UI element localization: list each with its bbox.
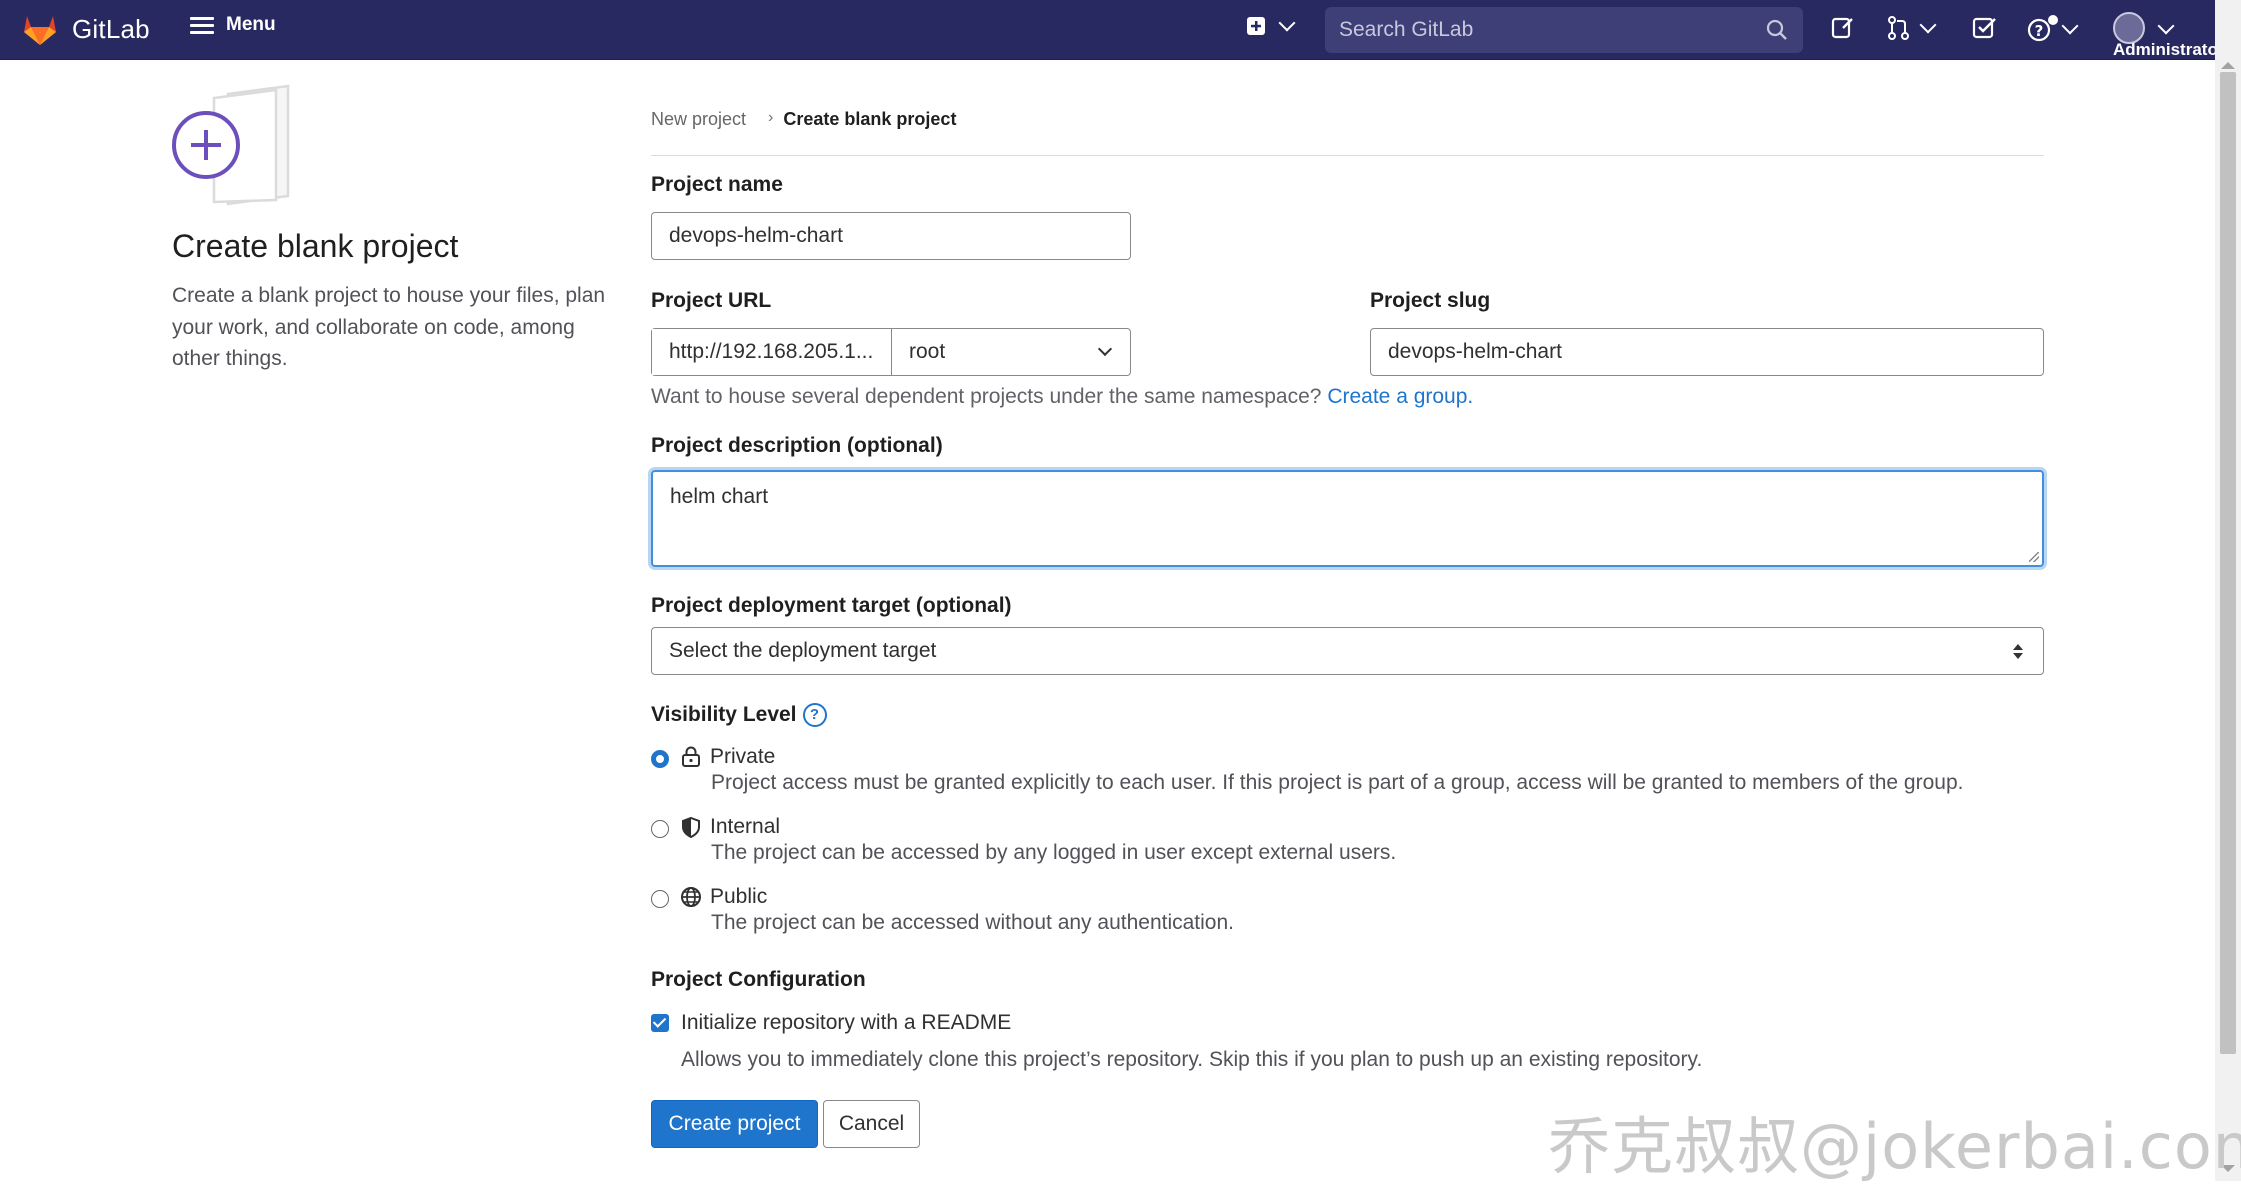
help-icon: ? <box>2027 15 2058 42</box>
chevron-right-icon: › <box>768 109 774 126</box>
namespace-hint-text: Want to house several dependent projects… <box>651 385 1322 408</box>
gitlab-home-link[interactable]: GitLab <box>22 12 150 46</box>
todo-checkbox-icon <box>1972 17 1996 39</box>
issues-icon <box>1831 17 1853 39</box>
breadcrumb-current: Create blank project <box>783 109 957 129</box>
project-configuration-label: Project Configuration <box>651 968 866 991</box>
namespace-select[interactable]: root <box>892 329 1130 375</box>
issues-button[interactable] <box>1829 15 1855 41</box>
visibility-private-title: Private <box>680 745 775 769</box>
visibility-internal-description: The project can be accessed by any logge… <box>711 841 1397 864</box>
merge-request-icon <box>1888 16 1909 40</box>
visibility-internal-label: Internal <box>710 815 781 838</box>
chevron-down-icon <box>1097 341 1113 357</box>
description-label: Project description (optional) <box>651 434 943 457</box>
visibility-public-description: The project can be accessed without any … <box>711 911 1234 934</box>
chevron-down-icon <box>1919 16 1937 34</box>
visibility-private-radio[interactable] <box>651 750 669 768</box>
shield-icon <box>682 816 700 838</box>
project-slug-label: Project slug <box>1370 289 1491 312</box>
help-dropdown[interactable]: ? <box>2026 15 2079 43</box>
top-navbar: GitLab Menu Search GitLab ? Administrato… <box>0 0 2241 60</box>
globe-icon <box>681 887 701 907</box>
chevron-down-icon <box>2061 17 2079 35</box>
sidebar-description: Create a blank project to house your fil… <box>172 284 606 370</box>
new-item-dropdown[interactable] <box>1245 14 1296 37</box>
blank-project-illustration <box>170 84 295 211</box>
help-question-icon[interactable]: ? <box>802 703 827 728</box>
breadcrumb-new-project[interactable]: New project <box>651 109 746 130</box>
visibility-internal-title: Internal <box>680 815 780 839</box>
description-value: helm chart <box>670 485 769 508</box>
namespace-value: root <box>909 340 946 363</box>
brand-name: GitLab <box>72 13 150 44</box>
merge-requests-dropdown[interactable] <box>1886 15 1937 41</box>
visibility-level-text: Visibility Level <box>651 703 797 726</box>
breadcrumb: New project › Create blank project <box>651 109 2044 156</box>
project-url-prefix: http://192.168.205.1... <box>652 329 892 375</box>
visibility-private-label: Private <box>710 745 776 768</box>
select-arrows-icon <box>2013 644 2023 659</box>
resize-handle-icon[interactable] <box>2029 552 2039 562</box>
project-name-value: devops-helm-chart <box>669 224 843 247</box>
todos-button[interactable] <box>1971 15 1997 41</box>
create-project-button[interactable]: Create project <box>651 1100 818 1148</box>
project-name-label: Project name <box>651 173 783 196</box>
deployment-target-select[interactable]: Select the deployment target <box>651 627 2044 675</box>
search-input[interactable]: Search GitLab <box>1325 7 1803 53</box>
project-url-label: Project URL <box>651 289 772 312</box>
chevron-down-icon <box>2157 17 2175 35</box>
visibility-level-label: Visibility Level? <box>651 703 827 728</box>
deployment-target-label: Project deployment target (optional) <box>651 594 1012 617</box>
lock-icon <box>682 746 700 767</box>
user-name: Administrator <box>2113 40 2225 59</box>
scrollbar-thumb[interactable] <box>2220 72 2236 1054</box>
menu-button[interactable]: Menu <box>190 14 276 36</box>
project-slug-value: devops-helm-chart <box>1388 340 1562 363</box>
visibility-public-title: Public <box>680 885 767 909</box>
hamburger-icon <box>190 16 214 34</box>
readme-label[interactable]: Initialize repository with a README <box>681 1011 1011 1035</box>
project-description-textarea[interactable]: helm chart <box>651 470 2044 567</box>
menu-label: Menu <box>226 14 276 35</box>
create-group-link[interactable]: Create a group. <box>1327 385 1473 408</box>
visibility-private-description: Project access must be granted explicitl… <box>711 771 1964 794</box>
visibility-internal-radio[interactable] <box>651 820 669 838</box>
readme-checkbox[interactable] <box>651 1014 669 1032</box>
project-url-group: http://192.168.205.1... root <box>651 328 1131 376</box>
project-name-input[interactable]: devops-helm-chart <box>651 212 1131 260</box>
search-icon <box>1766 19 1787 40</box>
scroll-up-arrow-icon[interactable] <box>2221 62 2235 69</box>
namespace-hint: Want to house several dependent projects… <box>651 385 1473 409</box>
sidebar-title: Create blank project <box>172 228 459 264</box>
readme-hint: Allows you to immediately clone this pro… <box>681 1048 1703 1071</box>
watermark-text: 乔克叔叔@jokerbai.com <box>1548 1110 2241 1183</box>
cancel-button[interactable]: Cancel <box>823 1100 920 1148</box>
search-placeholder: Search GitLab <box>1339 18 1474 41</box>
visibility-public-radio[interactable] <box>651 890 669 908</box>
chevron-down-icon <box>1278 14 1296 32</box>
project-slug-input[interactable]: devops-helm-chart <box>1370 328 2044 376</box>
visibility-public-label: Public <box>710 885 768 908</box>
deployment-target-value: Select the deployment target <box>669 639 937 662</box>
svg-text:?: ? <box>2035 22 2044 40</box>
gitlab-logo-icon <box>24 16 56 45</box>
plus-square-icon <box>1247 17 1265 35</box>
